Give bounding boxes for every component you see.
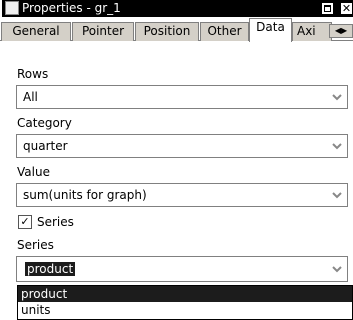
series-option-units[interactable]: units (18, 302, 352, 318)
close-icon[interactable]: ✕ (340, 2, 353, 15)
category-label: Category (17, 116, 72, 130)
maximize-icon[interactable] (321, 2, 334, 15)
app-icon (5, 1, 19, 15)
series-dropdown[interactable]: product (16, 256, 348, 282)
tab-data[interactable]: Data (249, 18, 292, 42)
checkmark-icon: ✓ (20, 215, 30, 228)
rows-dropdown[interactable]: All (16, 85, 348, 109)
tab-scroll-right-icon[interactable]: ▶ (341, 26, 347, 35)
value-dropdown[interactable]: sum(units for graph) (16, 183, 348, 207)
tab-position[interactable]: Position (135, 22, 199, 41)
category-value: quarter (23, 139, 68, 153)
series-option-product[interactable]: product (18, 286, 352, 302)
window-title: Properties - gr_1 (22, 1, 121, 15)
tab-axis[interactable]: Axi (292, 22, 332, 41)
category-dropdown[interactable]: quarter (16, 134, 348, 158)
tab-scroll-control[interactable]: ◀▶ (329, 24, 353, 38)
dropdown-arrow-icon[interactable] (331, 190, 343, 200)
dropdown-arrow-icon[interactable] (331, 92, 343, 102)
tab-general[interactable]: General (1, 22, 71, 41)
series-value: product (25, 262, 76, 276)
rows-value: All (23, 90, 38, 104)
tab-pointer[interactable]: Pointer (72, 22, 134, 41)
value-label: Value (17, 165, 50, 179)
series-options-list: product units (17, 285, 353, 320)
rows-label: Rows (17, 67, 49, 81)
title-bar: Properties - gr_1 ✕ (2, 0, 353, 17)
series-label: Series (17, 238, 54, 252)
dropdown-arrow-icon[interactable] (331, 264, 343, 274)
series-checkbox[interactable]: ✓ (18, 215, 32, 229)
series-checkbox-label[interactable]: Series (37, 214, 74, 230)
value-value: sum(units for graph) (23, 188, 147, 202)
dropdown-arrow-icon[interactable] (331, 141, 343, 151)
tab-other[interactable]: Other (200, 22, 249, 41)
